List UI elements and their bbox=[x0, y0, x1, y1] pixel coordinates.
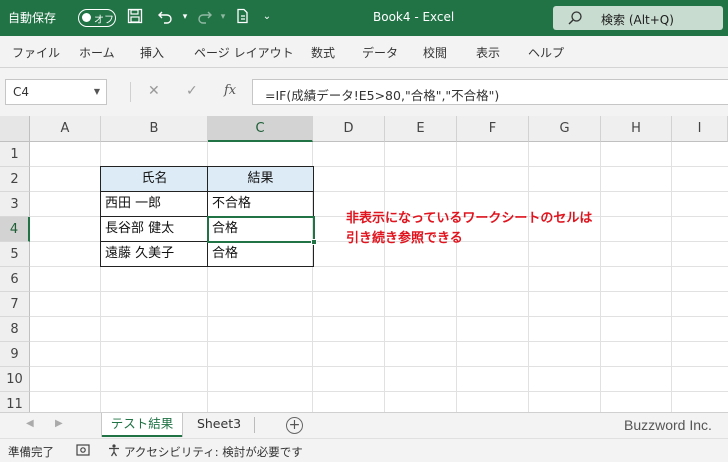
column-header-g[interactable]: G bbox=[529, 116, 601, 142]
next-sheet-icon[interactable]: ▶ bbox=[55, 418, 63, 429]
column-header-f[interactable]: F bbox=[457, 116, 529, 142]
save-icon[interactable] bbox=[126, 8, 144, 26]
name-box[interactable]: C4 ▼ bbox=[5, 79, 107, 105]
cell-b5[interactable]: 遠藤 久美子 bbox=[101, 242, 208, 267]
gridline bbox=[671, 142, 672, 412]
divider bbox=[130, 82, 131, 102]
gridline bbox=[30, 391, 728, 392]
row-header-3[interactable]: 3 bbox=[0, 192, 30, 217]
tab-file[interactable]: ファイル bbox=[12, 44, 60, 61]
row-header-6[interactable]: 6 bbox=[0, 267, 30, 292]
cell-b2-header[interactable]: 氏名 bbox=[101, 167, 208, 192]
accessibility-icon[interactable] bbox=[107, 443, 121, 460]
note-line-2: 引き続き参照できる bbox=[346, 231, 463, 246]
column-header-e[interactable]: E bbox=[385, 116, 457, 142]
sheet-tab-test-results[interactable]: テスト結果 bbox=[102, 413, 182, 437]
tab-view[interactable]: 表示 bbox=[476, 44, 500, 61]
formula-text: =IF(成績データ!E5>80,"合格","不合格") bbox=[265, 88, 500, 103]
column-header-c[interactable]: C bbox=[208, 116, 313, 142]
tab-home[interactable]: ホーム bbox=[79, 44, 115, 61]
redo-icon[interactable] bbox=[196, 8, 214, 26]
active-cell-selection bbox=[207, 216, 315, 243]
tab-page-layout[interactable]: ページ レイアウト bbox=[194, 44, 294, 61]
table-border bbox=[100, 191, 314, 192]
row-header-9[interactable]: 9 bbox=[0, 342, 30, 367]
customize-toolbar-icon[interactable]: ⌄ bbox=[258, 8, 276, 26]
redo-dropdown-icon[interactable]: ▾ bbox=[214, 8, 232, 26]
insert-function-icon[interactable]: fx bbox=[224, 83, 236, 98]
watermark: Buzzword Inc. bbox=[624, 417, 712, 433]
note-line-1: 非表示になっているワークシートのセルは bbox=[346, 211, 593, 226]
add-sheet-button[interactable]: + bbox=[286, 417, 303, 434]
sheet-tab-bar: ◀ ▶ テスト結果 Sheet3 + Buzzword Inc. bbox=[0, 412, 728, 438]
enter-check-icon[interactable]: ✓ bbox=[186, 83, 198, 99]
column-header-a[interactable]: A bbox=[30, 116, 101, 142]
tab-data[interactable]: データ bbox=[362, 44, 398, 61]
tab-formulas[interactable]: 数式 bbox=[311, 44, 335, 61]
chevron-down-icon[interactable]: ▼ bbox=[94, 87, 100, 96]
search-placeholder: 検索 (Alt+Q) bbox=[601, 13, 674, 27]
tab-divider bbox=[254, 417, 255, 433]
gridline bbox=[528, 142, 529, 412]
formula-buttons: ✕ ✓ fx bbox=[140, 79, 250, 105]
formula-bar: C4 ▼ ✕ ✓ fx =IF(成績データ!E5>80,"合格","不合格") bbox=[0, 68, 728, 116]
title-bar: 自動保存 オフ ▾ ▾ ⌄ Book4 - Excel 検索 (Alt+Q) bbox=[0, 0, 728, 36]
gridline bbox=[30, 366, 728, 367]
column-header-b[interactable]: B bbox=[101, 116, 208, 142]
worksheet-grid[interactable]: A B C D E F G H I 1 2 3 4 5 6 7 8 9 10 1… bbox=[0, 116, 728, 412]
tab-review[interactable]: 校閲 bbox=[423, 44, 447, 61]
select-all-corner[interactable] bbox=[0, 116, 30, 142]
autosave-toggle[interactable]: オフ bbox=[78, 9, 116, 27]
undo-dropdown-icon[interactable]: ▾ bbox=[176, 8, 194, 26]
cell-c2-header[interactable]: 結果 bbox=[208, 167, 313, 192]
fill-handle[interactable] bbox=[311, 239, 317, 245]
tab-help[interactable]: ヘルプ bbox=[528, 44, 564, 61]
column-header-h[interactable]: H bbox=[601, 116, 672, 142]
macro-record-icon[interactable] bbox=[76, 443, 90, 460]
toggle-knob bbox=[82, 13, 91, 22]
toggle-label: オフ bbox=[94, 15, 114, 26]
sheet-tab-sheet3[interactable]: Sheet3 bbox=[186, 413, 252, 437]
autosave-label: 自動保存 bbox=[8, 11, 57, 25]
row-header-1[interactable]: 1 bbox=[0, 142, 30, 167]
status-ready: 準備完了 bbox=[8, 445, 54, 459]
document-format-icon[interactable] bbox=[234, 8, 252, 26]
tab-insert[interactable]: 挿入 bbox=[140, 44, 164, 61]
undo-icon[interactable] bbox=[156, 8, 174, 26]
search-icon bbox=[567, 10, 583, 29]
gridline bbox=[384, 142, 385, 412]
row-header-2[interactable]: 2 bbox=[0, 167, 30, 192]
row-header-7[interactable]: 7 bbox=[0, 292, 30, 317]
gridline bbox=[30, 316, 728, 317]
ribbon-tabs: ファイル ホーム 挿入 ページ レイアウト 数式 データ 校閲 表示 ヘルプ bbox=[0, 36, 728, 68]
row-header-10[interactable]: 10 bbox=[0, 367, 30, 392]
column-header-i[interactable]: I bbox=[672, 116, 728, 142]
cell-b3[interactable]: 西田 一郎 bbox=[101, 192, 208, 217]
prev-sheet-icon[interactable]: ◀ bbox=[26, 418, 34, 429]
gridline bbox=[30, 341, 728, 342]
accessibility-status[interactable]: アクセシビリティ: 検討が必要です bbox=[124, 444, 303, 460]
cancel-icon[interactable]: ✕ bbox=[148, 83, 160, 99]
row-header-5[interactable]: 5 bbox=[0, 242, 30, 267]
row-header-8[interactable]: 8 bbox=[0, 317, 30, 342]
search-box[interactable]: 検索 (Alt+Q) bbox=[553, 6, 723, 30]
row-header-4[interactable]: 4 bbox=[0, 217, 30, 242]
name-box-value: C4 bbox=[13, 85, 30, 99]
column-header-d[interactable]: D bbox=[313, 116, 385, 142]
formula-input[interactable]: =IF(成績データ!E5>80,"合格","不合格") bbox=[252, 79, 728, 105]
gridline bbox=[30, 291, 728, 292]
document-title: Book4 - Excel bbox=[373, 10, 455, 24]
cell-c5[interactable]: 合格 bbox=[208, 242, 313, 267]
row-header-11[interactable]: 11 bbox=[0, 392, 30, 412]
cell-b4[interactable]: 長谷部 健太 bbox=[101, 217, 208, 242]
gridline bbox=[456, 142, 457, 412]
annotation-note: 非表示になっているワークシートのセルは 引き続き参照できる bbox=[346, 209, 592, 249]
status-bar: 準備完了 アクセシビリティ: 検討が必要です bbox=[0, 438, 728, 462]
cell-c3[interactable]: 不合格 bbox=[208, 192, 313, 217]
gridline bbox=[600, 142, 601, 412]
